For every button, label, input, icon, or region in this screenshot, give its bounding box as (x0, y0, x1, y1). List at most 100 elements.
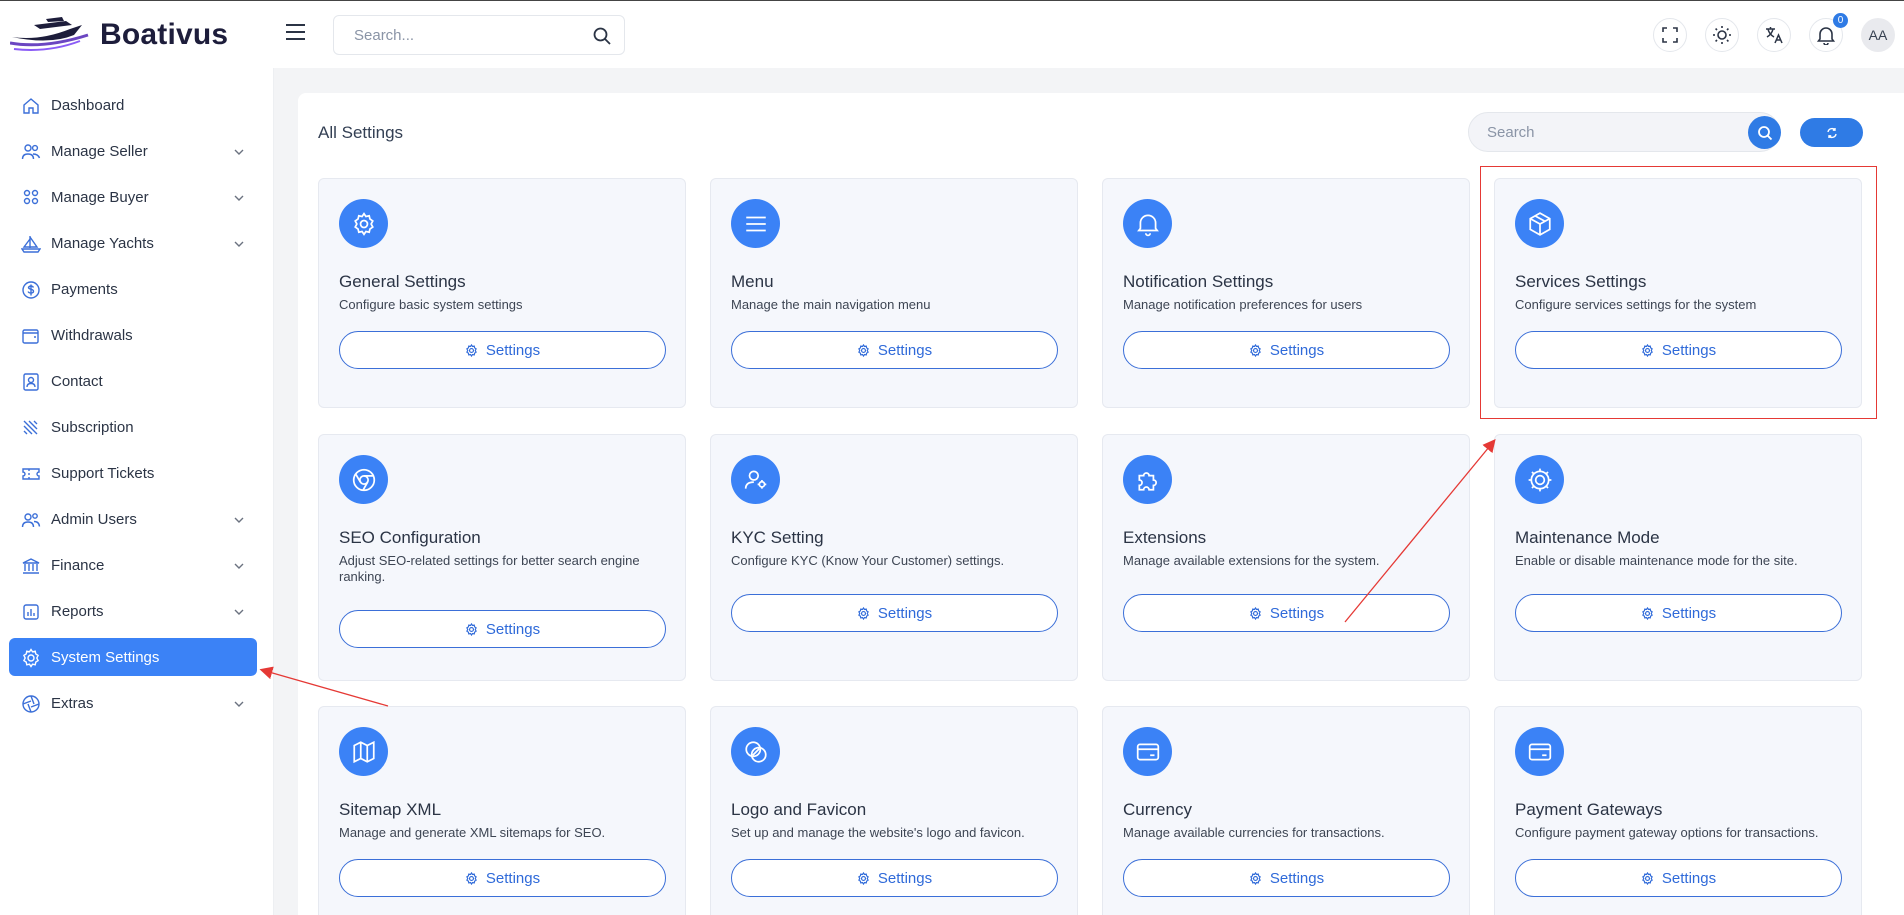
chevron-down-icon (233, 145, 245, 163)
sidebar: Dashboard Manage Seller Manage Buyer Manage… (0, 68, 274, 915)
aperture-icon (21, 694, 41, 714)
card-settings-button[interactable]: Settings (1515, 594, 1842, 632)
sidebar-item-label: Contact (51, 372, 103, 390)
sidebar-item-finance[interactable]: Finance (9, 546, 257, 584)
sidebar-item-label: Subscription (51, 418, 134, 436)
sidebar-item-system-settings[interactable]: System Settings (9, 638, 257, 676)
sidebar-item-label: Support Tickets (51, 464, 155, 482)
sidebar-item-contact[interactable]: Contact (9, 362, 257, 400)
card-settings-button[interactable]: Settings (1515, 859, 1842, 897)
gear-icon (1250, 343, 1261, 357)
sidebar-item-label: Manage Seller (51, 142, 148, 160)
theme-toggle-button[interactable] (1705, 18, 1739, 52)
card-description: Manage available extensions for the syst… (1123, 553, 1380, 568)
gear-icon (858, 606, 869, 620)
sidebar-item-manage-yachts[interactable]: Manage Yachts (9, 224, 257, 262)
settings-card-extensions: Extensions Manage available extensions fo… (1102, 434, 1470, 681)
sidebar-item-admin-users[interactable]: Admin Users (9, 500, 257, 538)
refresh-button[interactable] (1800, 118, 1863, 147)
card-settings-button[interactable]: Settings (731, 859, 1058, 897)
card-title: Maintenance Mode (1515, 528, 1660, 547)
sidebar-item-label: Withdrawals (51, 326, 133, 344)
card-title: Payment Gateways (1515, 800, 1663, 819)
card-settings-button[interactable]: Settings (1515, 331, 1842, 369)
sidebar-item-withdrawals[interactable]: Withdrawals (9, 316, 257, 354)
search-icon[interactable] (592, 26, 612, 51)
box-icon (1515, 199, 1564, 248)
sidebar-item-dashboard[interactable]: Dashboard (9, 86, 257, 124)
gear-icon (858, 871, 869, 885)
card-settings-button[interactable]: Settings (1123, 331, 1450, 369)
card-title: Sitemap XML (339, 800, 442, 819)
report-icon (21, 602, 41, 622)
settings-card-services-settings: Services Settings Configure services sett… (1494, 178, 1862, 408)
language-button[interactable] (1757, 18, 1791, 52)
chevron-down-icon (233, 513, 245, 531)
global-search-input[interactable] (334, 16, 574, 54)
card-description: Configure payment gateway options for tr… (1515, 825, 1819, 840)
card-description: Configure basic system settings (339, 297, 523, 312)
card-description: Set up and manage the website's logo and… (731, 825, 1025, 840)
settings-card-logo-and-favicon: Logo and Favicon Set up and manage the we… (710, 706, 1078, 915)
card-button-label: Settings (485, 869, 541, 887)
card-button-label: Settings (485, 620, 541, 638)
cog-wheel-icon (1515, 455, 1564, 504)
sidebar-item-label: Finance (51, 556, 105, 574)
puzzle-icon (1123, 455, 1172, 504)
contact-card-icon (21, 372, 41, 392)
card-description: Manage and generate XML sitemaps for SEO… (339, 825, 606, 840)
brand-logo[interactable]: Boativus (10, 15, 228, 55)
card-settings-button[interactable]: Settings (731, 331, 1058, 369)
card-settings-button[interactable]: Settings (339, 859, 666, 897)
card-title: Menu (731, 272, 774, 291)
logo-swirl-icon (731, 727, 780, 776)
settings-card-sitemap-xml: Sitemap XML Manage and generate XML sitem… (318, 706, 686, 915)
gear-icon (1250, 606, 1261, 620)
card-title: KYC Setting (731, 528, 824, 547)
sidebar-item-reports[interactable]: Reports (9, 592, 257, 630)
card-title: General Settings (339, 272, 466, 291)
card-settings-button[interactable]: Settings (1123, 859, 1450, 897)
card-description: Configure services settings for the syst… (1515, 297, 1757, 312)
map-icon (339, 727, 388, 776)
card-title: Extensions (1123, 528, 1207, 547)
card-settings-button[interactable]: Settings (1123, 594, 1450, 632)
brand-name: Boativus (100, 18, 229, 51)
sidebar-item-manage-buyer[interactable]: Manage Buyer (9, 178, 257, 216)
sidebar-item-manage-seller[interactable]: Manage Seller (9, 132, 257, 170)
chevron-down-icon (233, 697, 245, 715)
card-icon (1123, 727, 1172, 776)
sidebar-item-label: System Settings (51, 648, 160, 666)
search-icon (1757, 125, 1772, 140)
ticket-icon (21, 464, 41, 484)
bell-icon (1123, 199, 1172, 248)
card-title: Logo and Favicon (731, 800, 867, 819)
gear-icon (339, 199, 388, 248)
card-icon (1515, 727, 1564, 776)
card-button-label: Settings (1661, 604, 1717, 622)
wallet-icon (21, 326, 41, 346)
sidebar-item-extras[interactable]: Extras (9, 684, 257, 722)
sidebar-item-subscription[interactable]: Subscription (9, 408, 257, 446)
sun-icon (1713, 26, 1731, 44)
sidebar-item-label: Extras (51, 694, 94, 712)
users-icon (21, 142, 41, 162)
card-description: Manage available currencies for transact… (1123, 825, 1385, 840)
card-button-label: Settings (877, 869, 933, 887)
fullscreen-button[interactable] (1653, 18, 1687, 52)
sidebar-item-label: Dashboard (51, 96, 125, 114)
card-settings-button[interactable]: Settings (731, 594, 1058, 632)
sidebar-item-support-tickets[interactable]: Support Tickets (9, 454, 257, 492)
card-settings-button[interactable]: Settings (339, 610, 666, 648)
subscription-icon (21, 418, 41, 438)
gear-icon (1250, 871, 1261, 885)
settings-search-button[interactable] (1748, 116, 1781, 149)
settings-card-kyc-setting: KYC Setting Configure KYC (Know Your Cust… (710, 434, 1078, 681)
user-gear-icon (731, 455, 780, 504)
settings-search-input[interactable] (1469, 113, 1729, 151)
sidebar-item-payments[interactable]: Payments (9, 270, 257, 308)
card-description: Manage the main navigation menu (731, 297, 931, 312)
avatar[interactable]: AA (1861, 18, 1895, 52)
hamburger-menu-icon[interactable] (285, 23, 307, 43)
card-settings-button[interactable]: Settings (339, 331, 666, 369)
